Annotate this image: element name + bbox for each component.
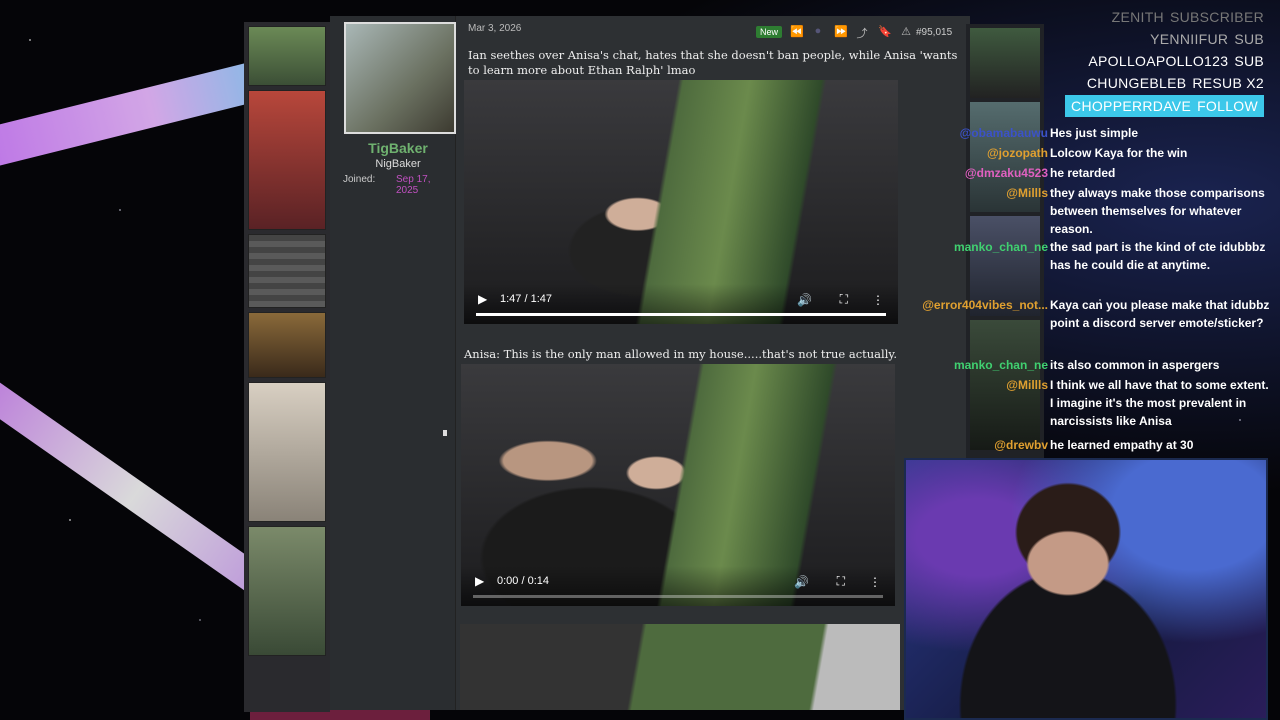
- chat-username[interactable]: @dmzaku4523: [965, 164, 1048, 182]
- video-progress-bar[interactable]: [473, 595, 883, 598]
- video-controls: ▶ 1:47 / 1:47 🔊 ⛶ ⋮: [464, 284, 898, 324]
- chat-text: Lolcow Kaya for the win: [1050, 146, 1188, 160]
- volume-icon[interactable]: 🔊: [797, 293, 812, 307]
- mouse-cursor: [443, 430, 447, 436]
- stream-alerts: ZENITH SUBSCRIBER YENNIIFUR SUB APOLLOAPOL…: [964, 6, 1264, 117]
- post-number[interactable]: #95,015: [916, 27, 952, 38]
- fullscreen-icon[interactable]: ⛶: [840, 292, 848, 307]
- video-time: 0:00 / 0:14: [497, 575, 549, 587]
- new-badge: New: [756, 26, 783, 38]
- chat-username[interactable]: manko_chan_ne: [954, 356, 1048, 374]
- comic-panel: [248, 312, 326, 378]
- chat-text: Kaya can you please make that idubbz poi…: [1050, 298, 1270, 330]
- fullscreen-icon[interactable]: ⛶: [837, 574, 845, 589]
- comic-panel: [248, 26, 326, 86]
- video-progress-fill: [476, 313, 886, 316]
- chat-text: he learned empathy at 30: [1050, 438, 1194, 452]
- bookmark-icon[interactable]: 🔖: [878, 25, 892, 41]
- user-sidebar: TigBaker NigBaker Joined: Sep 17, 2025: [330, 16, 456, 710]
- user-title: NigBaker: [375, 158, 421, 170]
- comic-panel: [248, 526, 326, 656]
- video-player[interactable]: ▶ 1:47 / 1:47 🔊 ⛶ ⋮: [464, 80, 898, 324]
- chat-username[interactable]: @Millls: [1006, 184, 1048, 202]
- chat-text: the sad part is the kind of cte idubbbz …: [1050, 240, 1266, 272]
- chat-username[interactable]: @jozopath: [987, 144, 1048, 162]
- post-date[interactable]: Mar 3, 2026: [468, 23, 521, 34]
- rewind-icon[interactable]: ⏪: [790, 25, 804, 41]
- more-options-icon[interactable]: ⋮: [872, 293, 884, 307]
- chat-username[interactable]: @Millls: [1006, 376, 1048, 394]
- post-body-text: Ian seethes over Anisa's chat, hates tha…: [468, 48, 958, 77]
- comic-panel: [248, 90, 326, 230]
- more-options-icon[interactable]: ⋮: [869, 575, 881, 589]
- video-frame: [460, 624, 900, 710]
- video-time: 1:47 / 1:47: [500, 293, 552, 305]
- alert-item-highlight: CHOPPERRDAVE FOLLOW: [1065, 95, 1264, 117]
- volume-icon[interactable]: 🔊: [794, 575, 809, 589]
- forum-post: TigBaker NigBaker Joined: Sep 17, 2025 M…: [330, 16, 970, 710]
- report-icon[interactable]: ⚠: [900, 25, 912, 41]
- forward-icon[interactable]: ⏩: [834, 25, 848, 41]
- username-link[interactable]: TigBaker: [330, 140, 466, 156]
- chat-username[interactable]: manko_chan_ne: [954, 238, 1048, 256]
- play-icon[interactable]: ▶: [475, 574, 484, 588]
- video-caption: Anisa: This is the only man allowed in m…: [464, 347, 897, 361]
- video-player[interactable]: ▶ 0:00 / 0:14 🔊 ⛶ ⋮: [461, 364, 895, 606]
- chat-username[interactable]: @obamabauwu: [960, 124, 1048, 142]
- reaction-icon[interactable]: ●: [812, 25, 824, 41]
- chat-text: he retarded: [1050, 166, 1116, 180]
- chat-username[interactable]: @drewbv: [994, 436, 1048, 454]
- video-player[interactable]: [460, 624, 900, 710]
- comic-strip-left: [244, 22, 330, 712]
- alert-item: APOLLOAPOLLO123 SUB: [1088, 53, 1264, 69]
- share-icon[interactable]: ⤴: [856, 25, 868, 41]
- comic-panel: [248, 382, 326, 522]
- chat-text: I think we all have that to some extent.…: [1050, 378, 1269, 428]
- chat-text: Hes just simple: [1050, 126, 1139, 140]
- alert-item: YENNIIFUR SUB: [1150, 31, 1264, 47]
- chat-username[interactable]: @error404vibes_not...: [922, 296, 1048, 314]
- chat-text: its also common in aspergers: [1050, 358, 1220, 372]
- video-progress-bar[interactable]: [476, 313, 886, 316]
- post-toolbar: ⏪ ● ⏩ ⤴ 🔖 ⚠: [790, 25, 912, 41]
- joined-label: Joined:: [343, 174, 376, 185]
- avatar[interactable]: [344, 22, 456, 134]
- webcam-feed: [904, 458, 1268, 720]
- comic-panel: [248, 234, 326, 308]
- chat-text: they always make those comparisons betwe…: [1050, 186, 1265, 236]
- alert-item: CHUNGEBLEB RESUB X2: [1086, 75, 1264, 91]
- video-controls: ▶ 0:00 / 0:14 🔊 ⛶ ⋮: [461, 566, 895, 606]
- alert-item: ZENITH SUBSCRIBER: [1111, 9, 1264, 25]
- joined-date: Sep 17, 2025: [396, 174, 431, 196]
- play-icon[interactable]: ▶: [478, 292, 487, 306]
